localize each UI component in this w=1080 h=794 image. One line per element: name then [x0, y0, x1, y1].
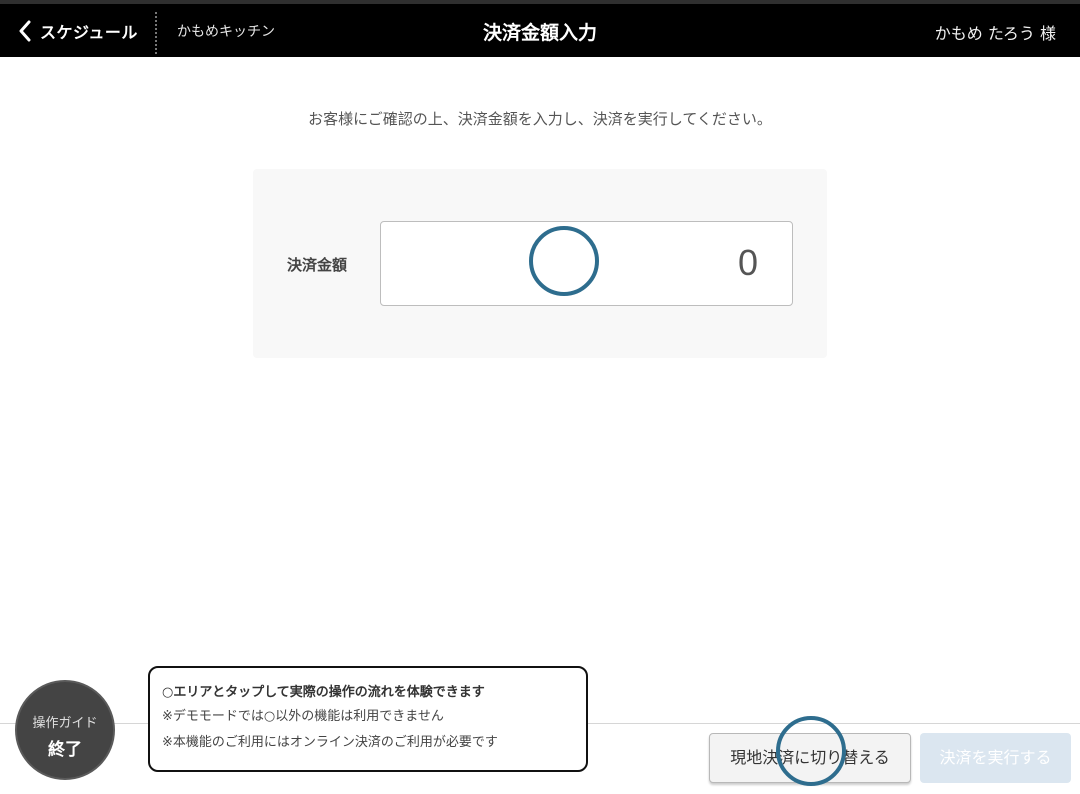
tooltip-line: ○エリアとタップして実際の操作の流れを体験できます: [162, 685, 485, 700]
guide-exit-label: 終了: [48, 740, 82, 760]
app-header: スケジュール かもめキッチン 決済金額入力 かもめ たろう 様: [0, 0, 1080, 57]
switch-to-onsite-payment-button[interactable]: 現地決済に切り替える: [709, 733, 911, 783]
shop-name: かもめキッチン: [177, 24, 275, 40]
back-label: スケジュール: [40, 23, 138, 42]
amount-input[interactable]: 0: [380, 221, 793, 306]
guide-tooltip: ○エリアとタップして実際の操作の流れを体験できます ※デモモードでは○以外の機能…: [148, 666, 588, 772]
guide-label: 操作ガイド: [32, 716, 98, 731]
amount-value: 0: [737, 242, 758, 283]
chevron-left-icon: [18, 20, 32, 42]
user-name: かもめ たろう 様: [934, 24, 1056, 43]
header-divider: [155, 12, 157, 54]
tooltip-line: ※デモモードでは○以外の機能は利用できません: [162, 709, 444, 724]
page-title: 決済金額入力: [482, 22, 597, 44]
tooltip-line: ※本機能のご利用にはオンライン決済のご利用が必要です: [162, 735, 498, 750]
instruction-text: お客様にご確認の上、決済金額を入力し、決済を実行してください。: [308, 110, 772, 128]
execute-payment-button[interactable]: 決済を実行する: [920, 733, 1071, 783]
amount-label: 決済金額: [287, 256, 348, 274]
back-button[interactable]: スケジュール: [18, 18, 138, 44]
guide-exit-button[interactable]: 操作ガイド 終了: [15, 680, 115, 780]
